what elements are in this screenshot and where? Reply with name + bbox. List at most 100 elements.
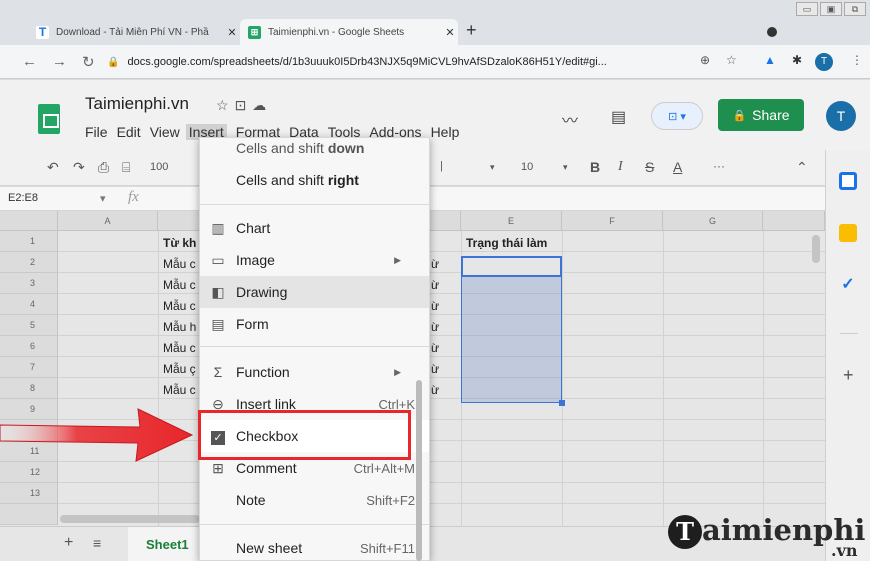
extensions-puzzle-icon[interactable]: ✱ bbox=[792, 53, 802, 67]
row-header[interactable]: 6 bbox=[0, 336, 58, 357]
selected-range-e2-e8[interactable] bbox=[461, 256, 562, 403]
share-button[interactable]: 🔒 Share bbox=[718, 99, 804, 131]
fill-handle[interactable] bbox=[559, 400, 565, 406]
menu-item-cells-shift-down[interactable]: Cells and shift down bbox=[200, 138, 429, 164]
restore-icon[interactable]: ⧉ bbox=[844, 2, 866, 16]
menu-scrollbar[interactable] bbox=[416, 380, 422, 561]
cell-b1[interactable]: Từ kh bbox=[163, 236, 196, 250]
dropdown-arrow-icon[interactable]: ▾ bbox=[563, 162, 568, 173]
browser-tab-download[interactable]: T Download - Tải Miễn Phí VN - Phầ ✕ bbox=[28, 19, 240, 45]
cell-d7[interactable]: ừ bbox=[431, 362, 439, 376]
print-icon[interactable]: ⎙ bbox=[98, 159, 109, 176]
font-select-edge[interactable]: | bbox=[440, 160, 443, 172]
cell-b7[interactable]: Mẫu ç bbox=[163, 362, 196, 376]
activity-trend-icon[interactable]: 〰 bbox=[562, 107, 578, 131]
cell-d4[interactable]: ừ bbox=[431, 299, 439, 313]
menu-item-chart[interactable]: ▥ Chart bbox=[200, 212, 429, 244]
name-box-dropdown-icon[interactable]: ▾ bbox=[100, 192, 106, 205]
paint-format-icon[interactable]: ⌸ bbox=[122, 159, 130, 176]
row-header[interactable]: 4 bbox=[0, 294, 58, 315]
reload-icon[interactable]: ↻ bbox=[82, 53, 95, 71]
menu-edit[interactable]: Edit bbox=[117, 124, 141, 140]
bookmark-star-icon[interactable]: ☆ bbox=[726, 53, 737, 67]
calendar-icon[interactable] bbox=[839, 172, 857, 190]
collapse-chevron-icon[interactable]: ⌃ bbox=[796, 159, 808, 176]
menu-item-drawing[interactable]: ◧ Drawing bbox=[200, 276, 429, 308]
column-header-d[interactable] bbox=[430, 211, 461, 231]
row-header[interactable]: 5 bbox=[0, 315, 58, 336]
cell-d8[interactable]: ừ bbox=[431, 383, 439, 397]
active-cell-e2[interactable] bbox=[461, 256, 562, 277]
row-header[interactable] bbox=[0, 504, 58, 525]
drive-extension-icon[interactable]: ▲ bbox=[764, 53, 776, 67]
add-sheet-icon[interactable]: + bbox=[64, 534, 73, 552]
menu-help[interactable]: Help bbox=[431, 124, 460, 140]
cell-d3[interactable]: ừ bbox=[431, 278, 439, 292]
account-avatar[interactable]: T bbox=[826, 101, 856, 131]
all-sheets-icon[interactable]: ≡ bbox=[93, 535, 101, 551]
dropdown-arrow-icon[interactable]: ▾ bbox=[490, 162, 495, 173]
url-field[interactable]: 🔒 docs.google.com/spreadsheets/d/1b3uuuk… bbox=[107, 50, 747, 74]
menu-item-note[interactable]: Note Shift+F2 bbox=[200, 484, 429, 516]
column-header-h[interactable] bbox=[763, 211, 825, 231]
menu-file[interactable]: File bbox=[85, 124, 108, 140]
bold-icon[interactable]: B bbox=[590, 159, 600, 175]
more-icon[interactable]: ··· bbox=[713, 159, 725, 173]
menu-item-form[interactable]: ▤ Form bbox=[200, 308, 429, 340]
minimize-icon[interactable]: ▭ bbox=[796, 2, 818, 16]
cell-e1[interactable]: Trạng thái làm bbox=[466, 236, 547, 250]
menu-item-cells-shift-right[interactable]: Cells and shift right bbox=[200, 164, 429, 196]
strikethrough-icon[interactable]: S bbox=[645, 159, 654, 175]
column-header-b[interactable] bbox=[158, 211, 200, 231]
name-box[interactable]: E2:E8 bbox=[8, 192, 38, 204]
vertical-scrollbar[interactable] bbox=[812, 235, 820, 263]
add-addon-icon[interactable]: + bbox=[843, 365, 854, 386]
cell-b4[interactable]: Mẫu c bbox=[163, 299, 196, 313]
sheet-tab-sheet1[interactable]: Sheet1 bbox=[128, 527, 200, 561]
move-folder-icon[interactable]: ⊡ bbox=[235, 97, 253, 113]
text-color-icon[interactable]: A bbox=[673, 159, 682, 175]
browser-tab-sheets[interactable]: ⊞ Taimienphi.vn - Google Sheets ✕ bbox=[240, 19, 458, 45]
cell-b5[interactable]: Mẫu h bbox=[163, 320, 196, 334]
row-header[interactable]: 7 bbox=[0, 357, 58, 378]
menu-item-new-sheet[interactable]: New sheet Shift+F11 bbox=[200, 532, 429, 560]
cell-b2[interactable]: Mẫu c bbox=[163, 257, 196, 271]
column-header-a[interactable]: A bbox=[58, 211, 158, 231]
menu-item-image[interactable]: ▭ Image ▶ bbox=[200, 244, 429, 276]
close-tab-icon[interactable]: ✕ bbox=[442, 26, 458, 39]
row-header[interactable]: 1 bbox=[0, 231, 58, 252]
horizontal-scrollbar[interactable] bbox=[60, 515, 200, 523]
tasks-icon[interactable]: ✓ bbox=[839, 276, 857, 294]
menu-view[interactable]: View bbox=[150, 124, 180, 140]
zoom-icon[interactable]: ⊕ bbox=[700, 53, 710, 67]
cell-b3[interactable]: Mẫu c bbox=[163, 278, 196, 292]
cell-d6[interactable]: ừ bbox=[431, 341, 439, 355]
row-header[interactable]: 2 bbox=[0, 252, 58, 273]
back-icon[interactable]: ← bbox=[22, 53, 37, 70]
cloud-status-icon[interactable]: ☁ bbox=[252, 97, 272, 113]
italic-icon[interactable]: I bbox=[618, 159, 623, 175]
keep-icon[interactable] bbox=[839, 224, 857, 242]
comments-icon[interactable]: ▤ bbox=[611, 107, 626, 127]
undo-icon[interactable]: ↶ bbox=[47, 159, 59, 176]
star-icon[interactable]: ☆ bbox=[216, 97, 235, 113]
menu-item-function[interactable]: Σ Function ▶ bbox=[200, 356, 429, 388]
sheets-logo-icon[interactable] bbox=[38, 104, 60, 134]
select-all-corner[interactable] bbox=[0, 211, 58, 231]
cell-d5[interactable]: ừ bbox=[431, 320, 439, 334]
close-tab-icon[interactable]: ✕ bbox=[224, 26, 240, 39]
redo-icon[interactable]: ↷ bbox=[73, 159, 85, 176]
row-header[interactable]: 3 bbox=[0, 273, 58, 294]
column-header-g[interactable]: G bbox=[663, 211, 763, 231]
profile-avatar[interactable]: T bbox=[815, 53, 833, 71]
present-button[interactable]: ⊡ ▾ bbox=[651, 102, 703, 130]
cell-b6[interactable]: Mẫu c bbox=[163, 341, 196, 355]
chrome-menu-icon[interactable]: ⋮ bbox=[851, 53, 863, 67]
cell-d2[interactable]: ừ bbox=[431, 257, 439, 271]
zoom-select[interactable]: 100 bbox=[150, 161, 168, 173]
new-tab-icon[interactable]: + bbox=[466, 20, 477, 41]
record-icon[interactable] bbox=[767, 27, 777, 37]
row-header[interactable]: 13 bbox=[0, 483, 58, 504]
maximize-icon[interactable]: ▣ bbox=[820, 2, 842, 16]
document-title[interactable]: Taimienphi.vn bbox=[85, 94, 189, 114]
